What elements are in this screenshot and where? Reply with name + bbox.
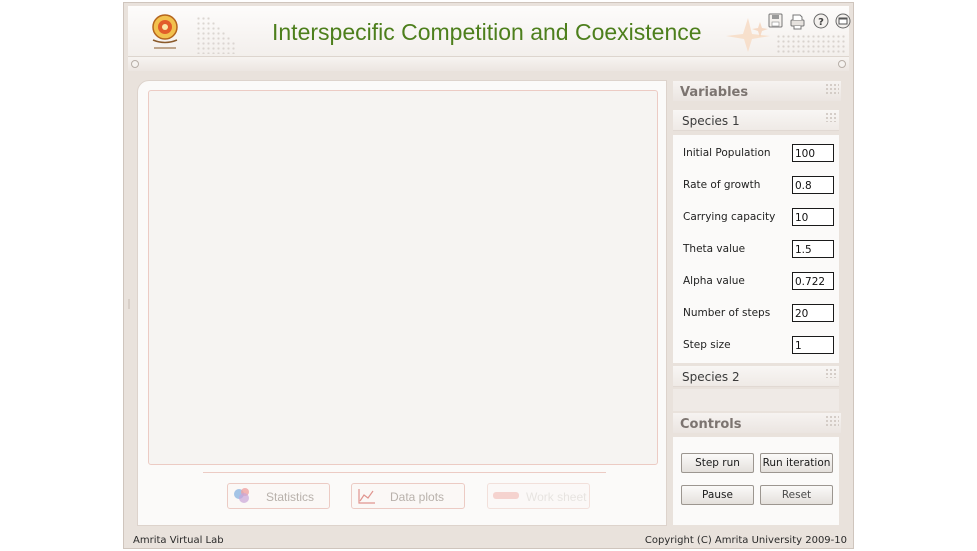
work-sheet-button[interactable]: Work sheet [487, 483, 590, 509]
variable-row: Step size 1 [673, 327, 839, 359]
variable-row: Carrying capacity 10 [673, 199, 839, 231]
reset-button[interactable]: Reset [760, 485, 833, 505]
header-bar: Interspecific Competition and Coexistenc… [128, 6, 851, 56]
decor-dots-left [196, 16, 236, 54]
species1-variables: Initial Population 100 Rate of growth 0.… [673, 135, 839, 363]
right-panel: Variables Species 1 Initial Population 1… [673, 81, 841, 525]
save-icon[interactable] [768, 13, 783, 28]
run-iteration-button[interactable]: Run iteration [760, 453, 833, 473]
rivet-right [838, 60, 846, 68]
footer-left: Amrita Virtual Lab [133, 535, 224, 546]
variables-header: Variables [673, 81, 841, 101]
step-size-input[interactable]: 1 [792, 336, 834, 354]
species2-header[interactable]: Species 2 [673, 366, 839, 387]
print-icon[interactable] [789, 13, 806, 30]
species1-title: Species 1 [682, 114, 740, 128]
app-frame: Interspecific Competition and Coexistenc… [123, 2, 854, 549]
grip-icon [825, 83, 839, 95]
graph-area[interactable] [148, 90, 658, 465]
controls-panel: Step run Run iteration Pause Reset [673, 437, 839, 525]
species2-body [673, 389, 839, 411]
window-icon[interactable] [835, 13, 851, 29]
work-sheet-icon [493, 492, 519, 499]
variables-title: Variables [680, 85, 749, 100]
variable-row: Number of steps 20 [673, 295, 839, 327]
alpha-value-label: Alpha value [683, 275, 745, 287]
controls-title: Controls [680, 417, 742, 432]
variable-row: Theta value 1.5 [673, 231, 839, 263]
number-of-steps-input[interactable]: 20 [792, 304, 834, 322]
controls-header: Controls [673, 413, 841, 433]
pause-button[interactable]: Pause [681, 485, 754, 505]
variable-row: Rate of growth 0.8 [673, 167, 839, 199]
data-plots-label: Data plots [390, 490, 445, 504]
statistics-button[interactable]: Statistics [227, 483, 330, 509]
grip-icon [825, 368, 837, 378]
data-plots-icon [358, 489, 375, 504]
initial-population-input[interactable]: 100 [792, 144, 834, 162]
statistics-icon [234, 488, 249, 503]
sub-toolbar [128, 56, 849, 71]
theta-value-input[interactable]: 1.5 [792, 240, 834, 258]
species2-title: Species 2 [682, 370, 740, 384]
svg-text:?: ? [818, 17, 824, 28]
side-marker [128, 299, 130, 309]
rate-of-growth-label: Rate of growth [683, 179, 761, 191]
rivet-left [131, 60, 139, 68]
variable-row: Alpha value 0.722 [673, 263, 839, 295]
footer-copyright: Copyright (C) Amrita University 2009-10 [644, 535, 847, 546]
simulation-panel: Statistics Data plots Work sheet [137, 80, 667, 526]
variable-row: Initial Population 100 [673, 135, 839, 167]
theta-value-label: Theta value [683, 243, 746, 255]
species1-header[interactable]: Species 1 [673, 110, 839, 131]
decor-dots-right [776, 34, 846, 54]
carrying-capacity-input[interactable]: 10 [792, 208, 834, 226]
initial-population-label: Initial Population [683, 147, 771, 159]
amrita-logo [152, 14, 178, 49]
carrying-capacity-label: Carrying capacity [683, 211, 776, 223]
number-of-steps-label: Number of steps [683, 307, 771, 319]
rate-of-growth-input[interactable]: 0.8 [792, 176, 834, 194]
grip-icon [825, 415, 839, 427]
statistics-label: Statistics [266, 490, 315, 504]
grip-icon [825, 112, 837, 122]
work-sheet-label: Work sheet [526, 490, 587, 504]
data-plots-button[interactable]: Data plots [351, 483, 465, 509]
alpha-value-input[interactable]: 0.722 [792, 272, 834, 290]
step-run-button[interactable]: Step run [681, 453, 754, 473]
divider [203, 472, 606, 473]
page-title: Interspecific Competition and Coexistenc… [272, 19, 702, 45]
step-size-label: Step size [683, 339, 731, 351]
help-icon[interactable]: ? [813, 13, 829, 29]
